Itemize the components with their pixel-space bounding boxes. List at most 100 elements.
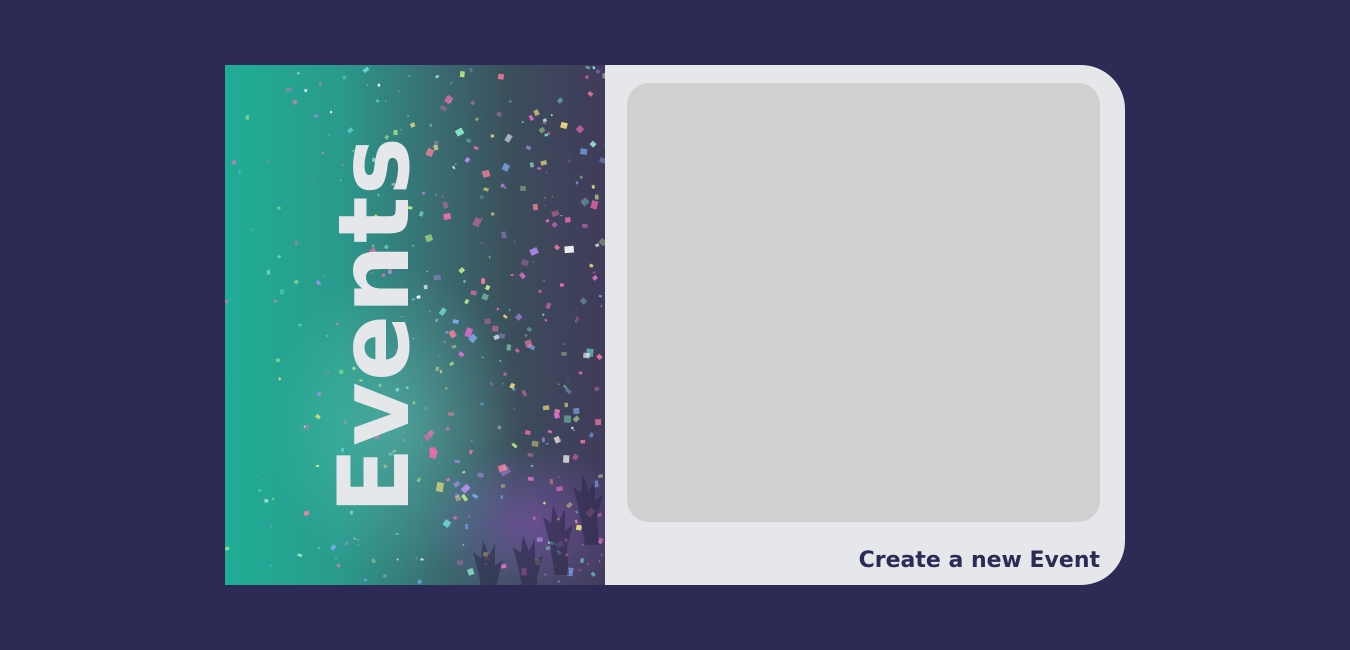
confetti-piece <box>564 402 569 408</box>
confetti-piece <box>532 516 537 521</box>
confetti-piece <box>545 302 552 310</box>
confetti-piece <box>561 351 567 357</box>
confetti-piece <box>559 283 564 287</box>
confetti-piece <box>502 371 508 377</box>
confetti-piece <box>458 267 466 274</box>
confetti-piece <box>542 501 547 505</box>
confetti-piece <box>551 210 560 218</box>
confetti-piece <box>519 272 526 280</box>
confetti-piece <box>484 284 491 291</box>
confetti-piece <box>563 455 570 463</box>
confetti-piece <box>460 483 471 494</box>
confetti-piece <box>581 223 588 228</box>
confetti-piece <box>483 317 492 325</box>
confetti-piece <box>545 171 548 174</box>
confetti-piece <box>503 186 508 190</box>
confetti-piece <box>256 475 259 477</box>
confetti-piece <box>531 440 539 448</box>
confetti-piece <box>408 75 411 78</box>
confetti-piece <box>435 481 445 493</box>
confetti-piece <box>491 212 495 216</box>
confetti-piece <box>447 412 454 416</box>
confetti-piece <box>462 279 467 284</box>
confetti-piece <box>566 501 573 509</box>
confetti-piece <box>477 472 484 479</box>
confetti-piece <box>266 269 271 275</box>
confetti-piece <box>245 114 250 120</box>
confetti-piece <box>225 546 230 551</box>
confetti-piece <box>510 274 514 276</box>
confetti-piece <box>435 366 440 372</box>
confetti-piece <box>467 514 471 519</box>
confetti-piece <box>502 314 508 319</box>
confetti-piece <box>225 299 229 304</box>
confetti-piece <box>462 470 466 474</box>
confetti-piece <box>438 462 440 464</box>
confetti-piece <box>434 318 439 323</box>
confetti-piece <box>513 240 515 243</box>
confetti-piece <box>258 489 262 492</box>
confetti-piece <box>575 316 580 322</box>
confetti-piece <box>530 464 534 468</box>
confetti-piece <box>429 123 433 127</box>
confetti-piece <box>231 159 237 165</box>
confetti-piece <box>504 133 513 143</box>
confetti-piece <box>420 558 424 561</box>
confetti-piece <box>497 425 502 430</box>
confetti-piece <box>434 74 440 79</box>
confetti-piece <box>439 369 443 374</box>
raised-hand <box>473 540 503 585</box>
event-image-placeholder <box>627 83 1100 522</box>
confetti-piece <box>513 408 516 410</box>
confetti-piece <box>600 305 603 307</box>
confetti-piece <box>542 279 546 283</box>
confetti-piece <box>596 353 603 361</box>
confetti-piece <box>532 203 539 211</box>
confetti-piece <box>439 105 448 112</box>
confetti-piece <box>520 186 526 191</box>
confetti-piece <box>464 298 470 305</box>
confetti-piece <box>558 476 560 478</box>
confetti-piece <box>556 97 564 104</box>
create-event-link[interactable]: Create a new Event <box>859 548 1100 573</box>
confetti-piece <box>547 132 551 135</box>
confetti-piece <box>555 485 564 492</box>
confetti-piece <box>589 140 597 148</box>
confetti-piece <box>537 167 542 170</box>
confetti-piece <box>585 65 591 70</box>
confetti-piece <box>465 523 469 530</box>
confetti-piece <box>448 329 457 339</box>
confetti-piece <box>437 354 441 357</box>
confetti-piece <box>584 75 590 80</box>
confetti-piece <box>335 557 337 560</box>
confetti-piece <box>367 84 369 86</box>
confetti-piece <box>464 266 465 268</box>
confetti-piece <box>291 99 298 106</box>
confetti-piece <box>578 568 581 572</box>
confetti-piece <box>563 415 572 423</box>
confetti-piece <box>543 573 548 577</box>
confetti-piece <box>500 495 504 500</box>
confetti-piece <box>462 543 465 547</box>
confetti-piece <box>578 371 583 375</box>
confetti-piece <box>587 90 594 97</box>
confetti-piece <box>443 340 447 344</box>
confetti-piece <box>442 201 449 209</box>
confetti-piece <box>265 160 269 164</box>
confetti-piece <box>501 162 511 172</box>
confetti-piece <box>545 218 550 223</box>
confetti-piece <box>492 158 494 159</box>
confetti-piece <box>452 515 458 521</box>
confetti-piece <box>592 65 596 70</box>
confetti-piece <box>573 429 575 431</box>
confetti-piece <box>560 214 563 217</box>
confetti-piece <box>458 351 465 358</box>
confetti-piece <box>591 184 596 189</box>
confetti-piece <box>570 426 575 430</box>
confetti-piece <box>592 274 599 281</box>
confetti-piece <box>543 205 545 207</box>
confetti-piece <box>496 307 500 311</box>
confetti-piece <box>488 255 491 259</box>
confetti-piece <box>579 148 588 155</box>
confetti-piece <box>588 263 594 268</box>
